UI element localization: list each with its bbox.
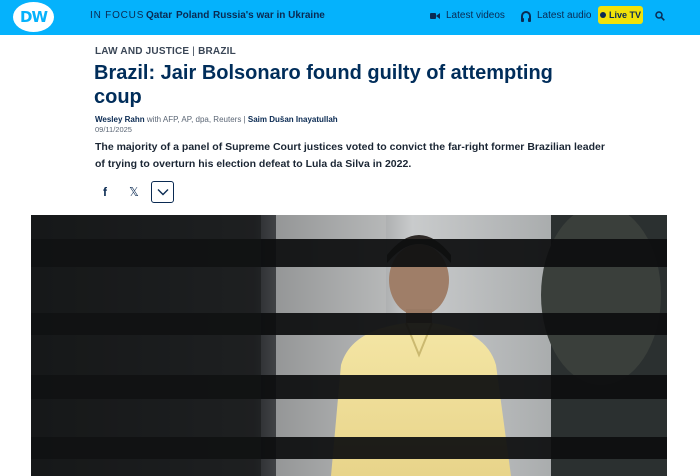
article-headline: Brazil: Jair Bolsonaro found guilty of a… — [94, 62, 553, 108]
editor-name[interactable]: Saim Dušan Inayatullah — [248, 115, 338, 124]
search-icon[interactable] — [655, 11, 665, 21]
x-share-button[interactable]: 𝕏 — [124, 181, 144, 203]
article-teaser: The majority of a panel of Supreme Court… — [95, 141, 605, 170]
top-navigation-bar: DW IN FOCUS Qatar Poland Russia's war in… — [0, 0, 700, 35]
chevron-down-icon — [157, 189, 168, 196]
latest-audio-label: Latest audio — [537, 10, 592, 21]
article-kicker: LAW AND JUSTICE | BRAZIL — [95, 46, 236, 57]
live-dot-icon — [599, 12, 606, 18]
kicker-category-link[interactable]: LAW AND JUSTICE — [95, 46, 189, 57]
x-icon: 𝕏 — [129, 185, 139, 199]
latest-audio-link[interactable]: Latest audio — [521, 10, 592, 22]
topic-link-qatar[interactable]: Qatar — [146, 10, 172, 21]
kicker-region-link[interactable]: BRAZIL — [198, 46, 236, 57]
video-icon — [430, 12, 440, 20]
logo-text: DW — [20, 8, 48, 26]
more-share-button[interactable] — [151, 181, 174, 203]
kicker-separator: | — [192, 46, 196, 57]
dw-logo[interactable]: DW — [13, 2, 54, 32]
hero-photo-illustration — [31, 215, 667, 476]
author-name[interactable]: Wesley Rahn — [95, 115, 145, 124]
in-focus-label: IN FOCUS — [90, 10, 145, 21]
topic-link-poland[interactable]: Poland — [176, 10, 209, 21]
facebook-share-button[interactable]: f — [97, 181, 113, 203]
topic-link-ukraine-war[interactable]: Russia's war in Ukraine — [213, 10, 325, 21]
live-tv-label: Live TV — [608, 10, 641, 20]
latest-videos-link[interactable]: Latest videos — [430, 10, 505, 21]
byline-agencies: with AFP, AP, dpa, Reuters — [146, 115, 242, 124]
facebook-icon: f — [103, 185, 107, 199]
publish-date: 09/11/2025 — [95, 125, 132, 134]
latest-videos-label: Latest videos — [446, 10, 505, 21]
byline-separator: | — [243, 115, 246, 124]
hero-image — [31, 215, 667, 476]
byline: Wesley Rahn with AFP, AP, dpa, Reuters |… — [95, 115, 338, 124]
headphones-icon — [521, 11, 531, 22]
live-tv-button[interactable]: Live TV — [598, 6, 643, 24]
